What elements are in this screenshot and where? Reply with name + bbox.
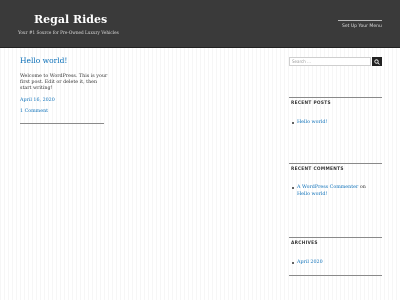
post-date[interactable]: April 16, 2020	[20, 98, 55, 103]
archives-bottom-divider	[289, 275, 382, 276]
comment-author-link[interactable]: A WordPress Commenter	[297, 185, 358, 190]
recent-post-link[interactable]: Hello world!	[297, 120, 327, 125]
recent-post-item: Hello world!	[292, 119, 381, 126]
site-header: Regal Rides Your #1 Source for Pre-Owned…	[0, 0, 400, 48]
search-icon	[374, 58, 380, 65]
comment-post-link[interactable]: Hello world!	[297, 192, 327, 197]
post-excerpt: Welcome to WordPress. This is your first…	[20, 74, 108, 92]
recent-comments-title: RECENT COMMENTS	[291, 167, 344, 172]
site-tagline: Your #1 Source for Pre-Owned Luxury Vehi…	[18, 30, 119, 35]
archive-link[interactable]: April 2020	[297, 260, 323, 265]
recent-posts-divider	[289, 97, 382, 98]
archives-title: ARCHIVES	[291, 241, 318, 246]
recent-posts-title: RECENT POSTS	[291, 101, 331, 106]
post-divider	[20, 123, 104, 124]
archives-divider	[289, 237, 382, 238]
archive-item: April 2020	[292, 259, 381, 266]
comment-on-text: on	[359, 185, 366, 190]
post-title[interactable]: Hello world!	[20, 56, 67, 65]
post-comments-link[interactable]: 1 Comment	[20, 109, 48, 114]
recent-comments-divider	[289, 163, 382, 164]
search-input[interactable]	[289, 57, 371, 66]
site-title[interactable]: Regal Rides	[34, 13, 107, 26]
recent-comment-item: A WordPress Commenter on Hello world!	[292, 184, 381, 198]
menu-divider	[338, 20, 382, 21]
search-button[interactable]	[372, 57, 382, 66]
setup-menu-link[interactable]: Set Up Your Menu	[342, 24, 382, 29]
